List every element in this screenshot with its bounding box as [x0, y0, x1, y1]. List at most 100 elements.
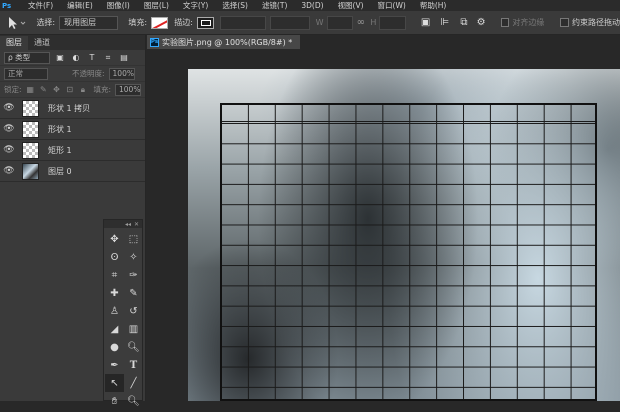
- fill-label: 填充:: [128, 18, 148, 27]
- layer-row[interactable]: 👁︎ 矩形 1: [0, 140, 145, 161]
- menu-3d[interactable]: 3D(D): [301, 1, 323, 11]
- eyedropper-tool-icon[interactable]: ✑: [124, 266, 143, 284]
- path-selection-tool-icon[interactable]: ↖: [105, 374, 124, 392]
- tab-channels[interactable]: 通道: [28, 36, 56, 50]
- lock-image-icon[interactable]: ✎: [39, 82, 48, 98]
- panel-tabs: 图层 通道: [0, 35, 145, 50]
- lock-transparency-icon[interactable]: ▦: [26, 82, 35, 98]
- opacity-field[interactable]: 100%: [108, 67, 135, 80]
- crop-tool-icon[interactable]: ⌗: [105, 266, 124, 284]
- history-brush-tool-icon[interactable]: ↺: [124, 302, 143, 320]
- menu-help[interactable]: 帮助(H): [420, 1, 447, 11]
- constrain-path-checkbox[interactable]: [560, 18, 570, 27]
- tab-layers[interactable]: 图层: [0, 36, 28, 50]
- stroke-width-field[interactable]: [220, 15, 266, 30]
- layer-row[interactable]: 👁︎ 形状 1: [0, 119, 145, 140]
- align-edges-label: 对齐边缘: [512, 18, 545, 27]
- layer-name[interactable]: 图层 0: [48, 166, 72, 177]
- healing-brush-tool-icon[interactable]: ✚: [105, 284, 124, 302]
- stroke-swatch[interactable]: [197, 16, 215, 29]
- shape-layer-thumbnail-icon: [22, 120, 39, 138]
- photoshop-logo-icon: Ps: [2, 1, 12, 10]
- hand-tool-icon[interactable]: ✋︎: [105, 392, 124, 410]
- gradient-tool-icon[interactable]: ▥: [124, 320, 143, 338]
- path-operations-icon[interactable]: ▣: [418, 15, 433, 31]
- blur-tool-icon[interactable]: ●: [105, 338, 124, 356]
- layer-name[interactable]: 形状 1: [48, 124, 72, 135]
- document-tab[interactable]: Ps 实验图片.png @ 100%(RGB/8#) *: [147, 35, 301, 49]
- menu-filter[interactable]: 滤镜(T): [262, 1, 287, 11]
- layer-filter-dropdown[interactable]: ρ 类型: [4, 51, 50, 64]
- layer-row[interactable]: 👁︎ 形状 1 拷贝: [0, 98, 145, 119]
- shape-filter-icon[interactable]: ⌗: [102, 50, 114, 66]
- type-tool-icon[interactable]: T: [124, 356, 143, 374]
- select-dropdown[interactable]: 现用图层: [59, 15, 119, 30]
- lock-label: 锁定:: [4, 85, 22, 94]
- visibility-eye-icon[interactable]: 👁︎: [0, 166, 18, 176]
- lasso-tool-icon[interactable]: ʘ: [105, 248, 124, 266]
- brush-tool-icon[interactable]: ✎: [124, 284, 143, 302]
- zoom-tool-icon[interactable]: 🔍︎: [124, 392, 143, 410]
- path-selection-tool-icon[interactable]: [2, 14, 30, 32]
- opacity-label: 不透明度:: [72, 69, 105, 78]
- dodge-tool-icon[interactable]: 🔍︎: [124, 338, 143, 356]
- visibility-eye-icon[interactable]: 👁︎: [0, 103, 18, 113]
- menu-file[interactable]: 文件(F): [28, 1, 53, 11]
- layer-row[interactable]: 👁︎ 图层 0: [0, 161, 145, 182]
- eraser-tool-icon[interactable]: ◢: [105, 320, 124, 338]
- stroke-preview-icon: [200, 19, 211, 26]
- magic-wand-tool-icon[interactable]: ✧: [124, 248, 143, 266]
- lock-position-icon[interactable]: ✥: [52, 82, 61, 98]
- marquee-tool-icon[interactable]: ⬚: [124, 230, 143, 248]
- lock-artboard-icon[interactable]: ⊡: [65, 82, 74, 98]
- menu-view[interactable]: 视图(V): [338, 1, 364, 11]
- align-edges-checkbox[interactable]: [500, 18, 510, 27]
- constrain-path-label: 约束路径拖动: [572, 18, 620, 27]
- clone-stamp-tool-icon[interactable]: ♙: [105, 302, 124, 320]
- menu-window[interactable]: 窗口(W): [378, 1, 406, 11]
- path-arrangement-icon[interactable]: ⧉: [456, 15, 471, 31]
- menu-select[interactable]: 选择(S): [222, 1, 248, 11]
- line-tool-icon[interactable]: ╱: [124, 374, 143, 392]
- pen-tool-icon[interactable]: ✒: [105, 356, 124, 374]
- height-field[interactable]: [379, 15, 407, 30]
- menu-type[interactable]: 文字(Y): [183, 1, 208, 11]
- document-ps-icon: Ps: [150, 37, 159, 47]
- menu-edit[interactable]: 编辑(E): [67, 1, 93, 11]
- path-alignment-icon[interactable]: ⊫: [437, 15, 452, 31]
- adjustment-filter-icon[interactable]: ◐: [70, 50, 82, 66]
- shape-layer-thumbnail-icon: [22, 99, 39, 117]
- document-canvas[interactable]: [188, 69, 620, 401]
- height-label-icon: H: [370, 18, 377, 27]
- stroke-label: 描边:: [174, 18, 193, 27]
- width-label-icon: W: [315, 18, 324, 27]
- settings-gear-icon[interactable]: ⚙: [474, 15, 489, 31]
- pixel-filter-icon[interactable]: ▣: [54, 50, 66, 66]
- stroke-type-dropdown[interactable]: [269, 15, 310, 30]
- image-layer-thumbnail-icon: [22, 162, 39, 180]
- close-icon[interactable]: ✕: [134, 221, 139, 228]
- blend-mode-dropdown[interactable]: 正常: [4, 67, 48, 80]
- lock-all-icon[interactable]: 🔒︎: [78, 82, 87, 98]
- shape-layer-thumbnail-icon: [22, 141, 39, 159]
- collapse-arrows-icon[interactable]: ◂◂: [125, 221, 131, 228]
- layer-name[interactable]: 矩形 1: [48, 145, 72, 156]
- visibility-eye-icon[interactable]: 👁︎: [0, 124, 18, 134]
- layer-name[interactable]: 形状 1 拷贝: [48, 103, 90, 114]
- menu-image[interactable]: 图像(I): [107, 1, 130, 11]
- tools-panel-header[interactable]: ◂◂ ✕: [104, 220, 142, 228]
- options-bar: 选择: 现用图层 填充: 描边: W ∞ H ▣ ⊫ ⧉ ⚙ 对齐边缘 约束路径…: [0, 11, 620, 35]
- grid-shape[interactable]: [220, 103, 597, 401]
- visibility-eye-icon[interactable]: 👁︎: [0, 145, 18, 155]
- tool-grid: ✥ ⬚ ʘ ✧ ⌗ ✑ ✚ ✎ ♙ ↺ ◢ ▥ ● 🔍︎ ✒ T ↖ ╱ ✋︎ …: [104, 228, 142, 412]
- type-filter-icon[interactable]: T: [86, 50, 98, 66]
- width-field[interactable]: [326, 15, 354, 30]
- smart-object-filter-icon[interactable]: ▤: [118, 50, 130, 66]
- link-icon[interactable]: ∞: [353, 15, 368, 31]
- menu-layer[interactable]: 图层(L): [144, 1, 169, 11]
- fill-opacity-label: 填充:: [93, 85, 111, 94]
- menu-bar: Ps 文件(F) 编辑(E) 图像(I) 图层(L) 文字(Y) 选择(S) 滤…: [0, 0, 620, 11]
- move-tool-icon[interactable]: ✥: [105, 230, 124, 248]
- fill-opacity-field[interactable]: 100%: [115, 83, 141, 96]
- fill-swatch[interactable]: [151, 16, 169, 29]
